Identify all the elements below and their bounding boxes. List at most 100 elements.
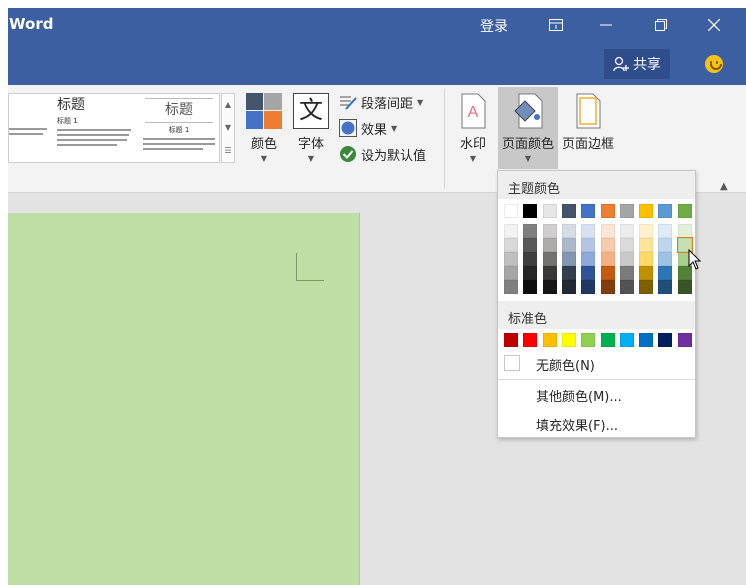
standard-color-swatch[interactable]	[658, 333, 673, 347]
theme-color-swatch[interactable]	[619, 204, 634, 218]
page-borders-icon	[576, 93, 601, 129]
theme-shade-swatch[interactable]	[619, 238, 634, 252]
theme-color-swatch[interactable]	[561, 204, 576, 218]
theme-shade-swatch[interactable]	[619, 266, 634, 280]
theme-shade-swatch[interactable]	[581, 266, 596, 280]
theme-color-swatch[interactable]	[523, 204, 538, 218]
standard-color-swatch[interactable]	[542, 333, 557, 347]
theme-color-swatch[interactable]	[639, 204, 654, 218]
gallery-down-icon[interactable]: ▼	[222, 117, 234, 140]
theme-shade-swatch[interactable]	[561, 224, 576, 238]
page-color-button[interactable]: 页面颜色 ▼	[498, 87, 558, 169]
theme-shade-swatch[interactable]	[677, 280, 692, 294]
theme-shade-swatch[interactable]	[504, 238, 518, 252]
theme-shade-swatch[interactable]	[619, 252, 634, 266]
standard-color-swatch[interactable]	[504, 333, 518, 347]
fill-effects-item[interactable]: 填充效果(F)...	[536, 415, 618, 434]
theme-color-swatch[interactable]	[504, 204, 518, 218]
theme-fonts-icon: 文	[293, 93, 329, 129]
check-circle-icon	[340, 146, 356, 162]
theme-shade-swatch[interactable]	[542, 238, 557, 252]
style-set-item[interactable]: 标题 标题 1	[139, 94, 219, 162]
no-color-item[interactable]: 无颜色(N)	[498, 351, 695, 375]
theme-shade-swatch[interactable]	[542, 224, 557, 238]
watermark-button[interactable]: A 水印 ▼	[454, 93, 492, 163]
theme-shade-swatch[interactable]	[561, 238, 576, 252]
collapse-ribbon-icon[interactable]: ▲	[720, 181, 728, 192]
theme-shade-swatch[interactable]	[600, 224, 615, 238]
set-as-default-button[interactable]: 设为默认值	[339, 144, 426, 164]
standard-color-swatch[interactable]	[561, 333, 576, 347]
style-set-item[interactable]: 标题 标题 1	[55, 94, 135, 162]
theme-shade-swatch[interactable]	[523, 266, 538, 280]
theme-shade-swatch[interactable]	[658, 266, 673, 280]
theme-shade-swatch[interactable]	[639, 238, 654, 252]
effects-button[interactable]: 效果 ▼	[339, 118, 397, 138]
theme-shade-swatch[interactable]	[658, 224, 673, 238]
theme-shade-swatch[interactable]	[581, 252, 596, 266]
theme-shade-swatch[interactable]	[561, 252, 576, 266]
theme-shade-swatch[interactable]	[561, 266, 576, 280]
share-button[interactable]: 共享	[604, 49, 670, 79]
theme-shade-swatch[interactable]	[600, 266, 615, 280]
theme-shade-swatch[interactable]	[619, 280, 634, 294]
theme-shade-swatch[interactable]	[542, 280, 557, 294]
chevron-down-icon: ▼	[260, 154, 268, 163]
restore-button[interactable]	[643, 12, 679, 38]
theme-shade-column	[600, 224, 615, 294]
theme-shade-swatch[interactable]	[639, 280, 654, 294]
theme-shade-swatch[interactable]	[600, 252, 615, 266]
standard-color-swatch[interactable]	[581, 333, 596, 347]
theme-color-swatch[interactable]	[581, 204, 596, 218]
page-borders-button[interactable]: 页面边框	[559, 93, 617, 152]
theme-color-swatch[interactable]	[600, 204, 615, 218]
gallery-more-icon[interactable]: ☰	[222, 140, 234, 163]
theme-shade-swatch[interactable]	[619, 224, 634, 238]
document-page[interactable]	[8, 213, 360, 585]
theme-shade-swatch[interactable]	[504, 252, 518, 266]
theme-color-swatch[interactable]	[677, 204, 692, 218]
login-link[interactable]: 登录	[480, 16, 508, 36]
standard-color-swatch[interactable]	[677, 333, 692, 347]
theme-shade-swatch[interactable]	[639, 252, 654, 266]
close-button[interactable]	[696, 12, 732, 38]
theme-shade-swatch[interactable]	[658, 252, 673, 266]
theme-shade-swatch[interactable]	[561, 280, 576, 294]
style-set-item[interactable]	[9, 94, 51, 162]
theme-shade-swatch[interactable]	[600, 238, 615, 252]
theme-shade-swatch[interactable]	[581, 224, 596, 238]
standard-color-swatch[interactable]	[600, 333, 615, 347]
minimize-button[interactable]	[588, 12, 624, 38]
theme-shade-swatch[interactable]	[639, 224, 654, 238]
theme-shade-swatch[interactable]	[542, 266, 557, 280]
theme-colors-button[interactable]: 颜色 ▼	[244, 93, 284, 163]
theme-color-swatch[interactable]	[542, 204, 557, 218]
theme-shade-swatch[interactable]	[542, 252, 557, 266]
theme-shade-swatch[interactable]	[581, 280, 596, 294]
theme-shade-swatch[interactable]	[677, 224, 692, 238]
theme-color-swatch[interactable]	[658, 204, 673, 218]
theme-shade-swatch[interactable]	[504, 224, 518, 238]
theme-shade-swatch[interactable]	[523, 238, 538, 252]
standard-color-swatch[interactable]	[619, 333, 634, 347]
gallery-up-icon[interactable]: ▲	[222, 94, 234, 117]
standard-color-swatch[interactable]	[639, 333, 654, 347]
theme-shade-swatch[interactable]	[504, 266, 518, 280]
more-colors-item[interactable]: 其他颜色(M)...	[536, 386, 622, 405]
theme-shade-swatch[interactable]	[658, 280, 673, 294]
theme-shade-swatch[interactable]	[658, 238, 673, 252]
theme-shade-swatch[interactable]	[523, 224, 538, 238]
feedback-smiley-icon[interactable]	[705, 55, 723, 73]
paragraph-spacing-button[interactable]: 段落间距 ▼	[339, 92, 423, 112]
theme-shade-swatch[interactable]	[523, 252, 538, 266]
gallery-scroll[interactable]: ▲ ▼ ☰	[221, 93, 235, 163]
standard-color-swatch[interactable]	[523, 333, 538, 347]
theme-shade-swatch[interactable]	[523, 280, 538, 294]
theme-shade-swatch[interactable]	[504, 280, 518, 294]
ribbon-display-options-button[interactable]	[538, 12, 574, 38]
theme-shade-swatch[interactable]	[581, 238, 596, 252]
theme-fonts-button[interactable]: 文 字体 ▼	[291, 93, 331, 163]
theme-shade-swatch[interactable]	[639, 266, 654, 280]
theme-shade-swatch[interactable]	[600, 280, 615, 294]
margin-corner-mark	[296, 253, 324, 281]
